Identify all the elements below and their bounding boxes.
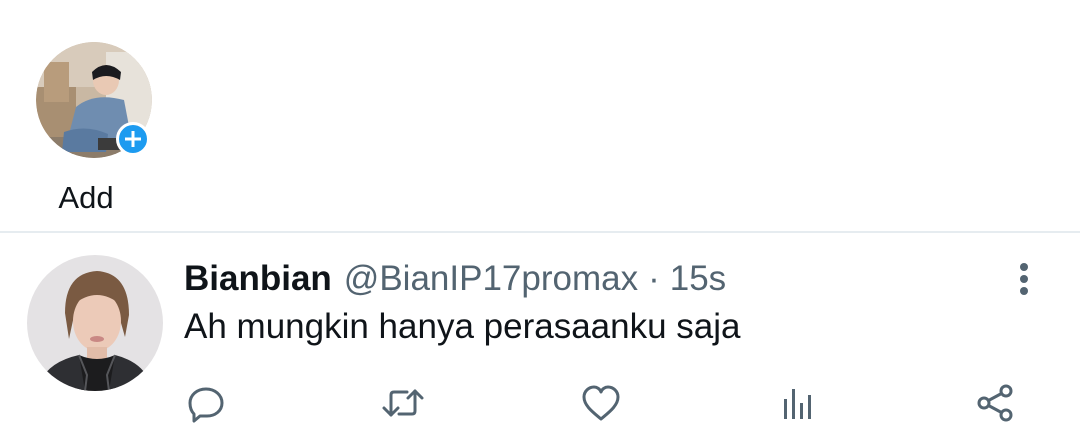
retweet-icon [382, 389, 424, 417]
twitter-home-timeline: Add Bianbian @BianIP17promax · 15s Ah mu… [0, 0, 1080, 434]
fleet-add-label: Add [58, 180, 114, 215]
like-button[interactable] [579, 381, 623, 425]
tweet-author-avatar[interactable] [27, 255, 163, 391]
reply-button[interactable] [184, 381, 228, 425]
author-handle[interactable]: @BianIP17promax [344, 259, 638, 299]
fleet-add-button[interactable]: Add [36, 42, 152, 215]
author-display-name[interactable]: Bianbian [184, 259, 332, 299]
tweet-header: Bianbian @BianIP17promax · 15s [184, 259, 726, 299]
meta-separator: · [648, 259, 660, 298]
author-avatar-image [27, 255, 163, 391]
share-icon [977, 384, 1013, 422]
analytics-icon [784, 389, 811, 419]
tweet-text: Ah mungkin hanya perasaanku saja [184, 307, 741, 346]
analytics-button[interactable] [775, 381, 819, 425]
more-options-button[interactable] [1004, 259, 1044, 299]
plus-icon [125, 131, 141, 147]
avatar[interactable] [36, 42, 152, 158]
plus-badge[interactable] [116, 122, 150, 156]
reply-icon [188, 387, 224, 423]
heart-icon [582, 385, 620, 421]
more-vertical-icon [1020, 263, 1028, 295]
share-button[interactable] [973, 381, 1017, 425]
tweet-actions [0, 381, 1080, 425]
tweet[interactable]: Bianbian @BianIP17promax · 15s Ah mungki… [0, 233, 1080, 434]
fleets-bar: Add [0, 0, 1080, 232]
tweet-timestamp[interactable]: 15s [670, 259, 726, 299]
retweet-button[interactable] [381, 381, 425, 425]
